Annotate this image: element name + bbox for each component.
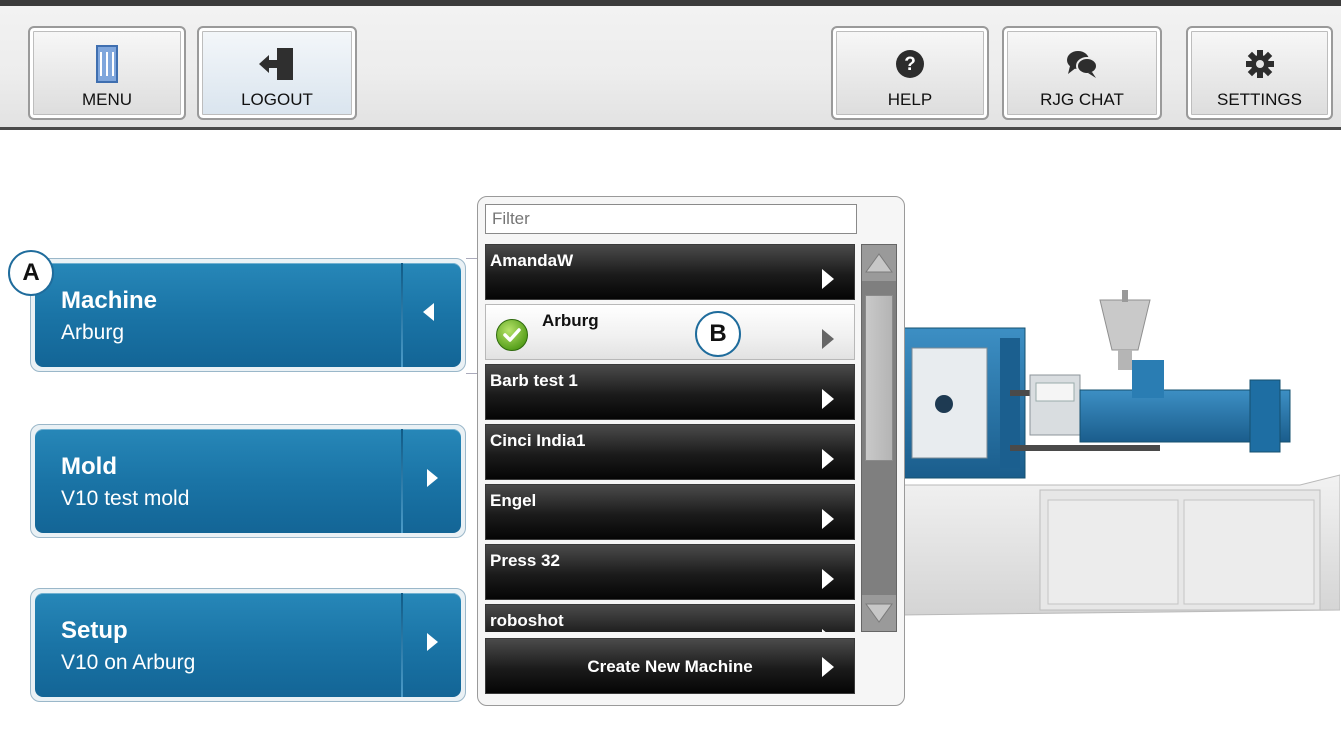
nav-mold-value: V10 test mold: [61, 487, 190, 510]
machine-list-item[interactable]: roboshot: [485, 604, 855, 632]
chevron-right-icon: [427, 633, 438, 651]
machine-name: AmandaW: [490, 251, 574, 270]
menu-button[interactable]: MENU: [28, 26, 186, 120]
chevron-right-icon: [822, 269, 834, 289]
logout-door-icon: [255, 44, 299, 84]
scroll-down-arrow[interactable]: [862, 595, 896, 631]
machine-list-item[interactable]: AmandaW: [485, 244, 855, 300]
machine-name: Cinci India1: [490, 431, 586, 450]
machine-list-item[interactable]: Cinci India1: [485, 424, 855, 480]
machine-list-scrollbar[interactable]: [861, 244, 897, 632]
rjg-chat-button[interactable]: RJG CHAT: [1002, 26, 1162, 120]
machine-list-item[interactable]: Engel: [485, 484, 855, 540]
machine-list-item-selected[interactable]: Arburg: [485, 304, 855, 360]
machine-name: roboshot: [490, 611, 564, 630]
nav-mold[interactable]: Mold V10 test mold: [30, 424, 466, 538]
nav-mold-title: Mold: [61, 453, 117, 480]
nav-setup-value: V10 on Arburg: [61, 651, 196, 674]
create-new-machine-label: Create New Machine: [587, 657, 753, 676]
filter-input[interactable]: [485, 204, 857, 234]
top-toolbar: MENU LOGOUT ? HELP RJG CHAT SETTINGS: [0, 0, 1341, 130]
question-icon: ?: [895, 44, 925, 84]
chevron-right-icon: [822, 629, 834, 632]
machine-list: AmandaW Arburg Barb test 1 Cinci India1 …: [485, 244, 855, 632]
chevron-right-icon: [822, 509, 834, 529]
nav-divider: [401, 593, 403, 697]
triangle-down-icon: [865, 603, 893, 623]
gear-icon: [1245, 44, 1275, 84]
nav-divider: [401, 263, 403, 367]
callout-b: B: [695, 311, 741, 357]
machine-picker: AmandaW Arburg Barb test 1 Cinci India1 …: [477, 196, 905, 706]
chevron-left-icon: [423, 303, 434, 321]
chat-label: RJG CHAT: [1040, 90, 1124, 109]
triangle-up-icon: [865, 253, 893, 273]
machine-list-item[interactable]: Barb test 1: [485, 364, 855, 420]
machine-name: Press 32: [490, 551, 560, 570]
scroll-thumb[interactable]: [865, 295, 893, 461]
logout-button[interactable]: LOGOUT: [197, 26, 357, 120]
machine-name: Arburg: [542, 311, 599, 330]
settings-label: SETTINGS: [1216, 90, 1302, 109]
chevron-right-icon: [822, 389, 834, 409]
nav-machine-value: Arburg: [61, 321, 125, 344]
machine-list-item[interactable]: Press 32: [485, 544, 855, 600]
help-button[interactable]: ? HELP: [831, 26, 989, 120]
machine-name: Engel: [490, 491, 537, 510]
injection-molding-machine-image: [899, 280, 1341, 700]
callout-a: A: [8, 250, 54, 296]
logout-label: LOGOUT: [241, 90, 313, 109]
scroll-up-arrow[interactable]: [862, 245, 896, 281]
chat-bubbles-icon: [1064, 44, 1100, 84]
rjg-logo-icon: [94, 44, 120, 84]
chevron-right-icon: [822, 449, 834, 469]
checkmark-icon: [496, 319, 528, 351]
nav-machine-title: Machine: [61, 287, 158, 314]
nav-machine[interactable]: Machine Arburg: [30, 258, 466, 372]
nav-mold-panel: Mold V10 test mold: [35, 429, 461, 533]
menu-label: MENU: [81, 90, 133, 109]
svg-text:?: ?: [904, 54, 916, 75]
nav-divider: [401, 429, 403, 533]
nav-setup-panel: Setup V10 on Arburg: [35, 593, 461, 697]
nav-setup-title: Setup: [61, 617, 128, 644]
chevron-right-icon: [822, 569, 834, 589]
settings-button[interactable]: SETTINGS: [1186, 26, 1333, 120]
machine-name: Barb test 1: [490, 371, 578, 390]
help-label: HELP: [887, 90, 933, 109]
chevron-right-icon: [427, 469, 438, 487]
nav-setup[interactable]: Setup V10 on Arburg: [30, 588, 466, 702]
nav-machine-panel: Machine Arburg: [35, 263, 461, 367]
chevron-right-icon: [822, 329, 834, 349]
create-new-machine-button[interactable]: Create New Machine: [485, 638, 855, 694]
chevron-right-icon: [822, 657, 834, 677]
